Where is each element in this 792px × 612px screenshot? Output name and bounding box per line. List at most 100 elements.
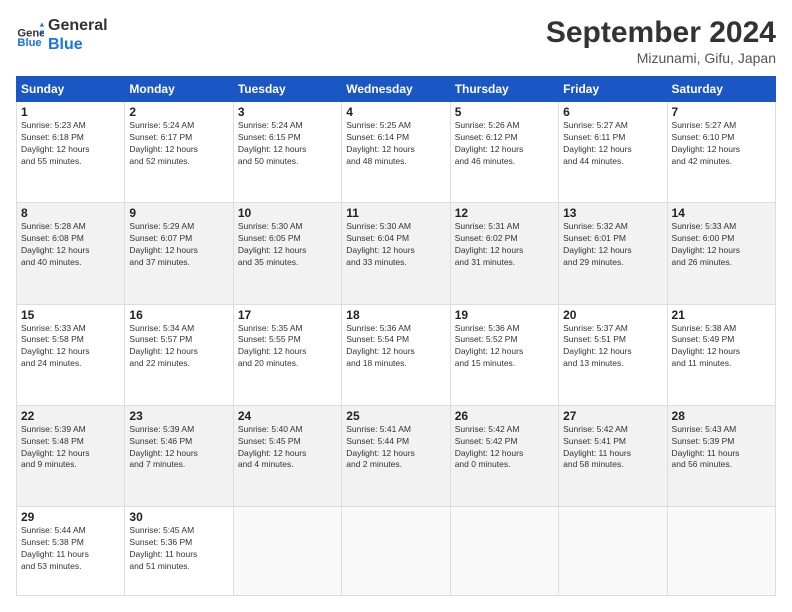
day-info: Sunrise: 5:44 AM Sunset: 5:38 PM Dayligh…	[21, 525, 120, 573]
logo-blue: Blue	[48, 35, 108, 54]
calendar-cell: 25Sunrise: 5:41 AM Sunset: 5:44 PM Dayli…	[342, 405, 450, 506]
day-info: Sunrise: 5:38 AM Sunset: 5:49 PM Dayligh…	[672, 323, 771, 371]
page: General Blue General Blue September 2024…	[0, 0, 792, 612]
day-number: 1	[21, 105, 120, 119]
calendar-cell: 9Sunrise: 5:29 AM Sunset: 6:07 PM Daylig…	[125, 203, 233, 304]
day-number: 22	[21, 409, 120, 423]
day-info: Sunrise: 5:36 AM Sunset: 5:54 PM Dayligh…	[346, 323, 445, 371]
day-number: 17	[238, 308, 337, 322]
logo-general: General	[48, 16, 108, 35]
day-info: Sunrise: 5:26 AM Sunset: 6:12 PM Dayligh…	[455, 120, 554, 168]
calendar-cell: 6Sunrise: 5:27 AM Sunset: 6:11 PM Daylig…	[559, 102, 667, 203]
calendar-cell	[667, 507, 775, 596]
calendar-cell	[233, 507, 341, 596]
calendar-cell	[559, 507, 667, 596]
day-number: 27	[563, 409, 662, 423]
calendar-cell: 7Sunrise: 5:27 AM Sunset: 6:10 PM Daylig…	[667, 102, 775, 203]
day-number: 6	[563, 105, 662, 119]
day-number: 14	[672, 206, 771, 220]
calendar-cell: 2Sunrise: 5:24 AM Sunset: 6:17 PM Daylig…	[125, 102, 233, 203]
month-title: September 2024	[546, 16, 776, 50]
calendar-cell: 17Sunrise: 5:35 AM Sunset: 5:55 PM Dayli…	[233, 304, 341, 405]
logo-icon: General Blue	[16, 21, 44, 49]
day-info: Sunrise: 5:29 AM Sunset: 6:07 PM Dayligh…	[129, 221, 228, 269]
weekday-header-thursday: Thursday	[450, 77, 558, 102]
calendar-cell: 1Sunrise: 5:23 AM Sunset: 6:18 PM Daylig…	[17, 102, 125, 203]
header: General Blue General Blue September 2024…	[16, 16, 776, 66]
day-info: Sunrise: 5:33 AM Sunset: 6:00 PM Dayligh…	[672, 221, 771, 269]
calendar-cell: 8Sunrise: 5:28 AM Sunset: 6:08 PM Daylig…	[17, 203, 125, 304]
day-info: Sunrise: 5:42 AM Sunset: 5:42 PM Dayligh…	[455, 424, 554, 472]
calendar-cell: 27Sunrise: 5:42 AM Sunset: 5:41 PM Dayli…	[559, 405, 667, 506]
day-number: 2	[129, 105, 228, 119]
weekday-header-row: SundayMondayTuesdayWednesdayThursdayFrid…	[17, 77, 776, 102]
day-number: 23	[129, 409, 228, 423]
day-number: 29	[21, 510, 120, 524]
day-number: 25	[346, 409, 445, 423]
weekday-header-wednesday: Wednesday	[342, 77, 450, 102]
day-number: 4	[346, 105, 445, 119]
calendar-week-row: 22Sunrise: 5:39 AM Sunset: 5:48 PM Dayli…	[17, 405, 776, 506]
day-number: 28	[672, 409, 771, 423]
day-info: Sunrise: 5:31 AM Sunset: 6:02 PM Dayligh…	[455, 221, 554, 269]
day-info: Sunrise: 5:32 AM Sunset: 6:01 PM Dayligh…	[563, 221, 662, 269]
day-info: Sunrise: 5:39 AM Sunset: 5:46 PM Dayligh…	[129, 424, 228, 472]
day-number: 18	[346, 308, 445, 322]
day-info: Sunrise: 5:39 AM Sunset: 5:48 PM Dayligh…	[21, 424, 120, 472]
day-info: Sunrise: 5:24 AM Sunset: 6:15 PM Dayligh…	[238, 120, 337, 168]
day-info: Sunrise: 5:45 AM Sunset: 5:36 PM Dayligh…	[129, 525, 228, 573]
day-info: Sunrise: 5:42 AM Sunset: 5:41 PM Dayligh…	[563, 424, 662, 472]
day-number: 11	[346, 206, 445, 220]
day-number: 26	[455, 409, 554, 423]
calendar-cell: 5Sunrise: 5:26 AM Sunset: 6:12 PM Daylig…	[450, 102, 558, 203]
calendar-cell: 16Sunrise: 5:34 AM Sunset: 5:57 PM Dayli…	[125, 304, 233, 405]
day-info: Sunrise: 5:35 AM Sunset: 5:55 PM Dayligh…	[238, 323, 337, 371]
day-info: Sunrise: 5:27 AM Sunset: 6:10 PM Dayligh…	[672, 120, 771, 168]
day-info: Sunrise: 5:43 AM Sunset: 5:39 PM Dayligh…	[672, 424, 771, 472]
calendar-week-row: 15Sunrise: 5:33 AM Sunset: 5:58 PM Dayli…	[17, 304, 776, 405]
calendar-cell: 24Sunrise: 5:40 AM Sunset: 5:45 PM Dayli…	[233, 405, 341, 506]
day-number: 10	[238, 206, 337, 220]
calendar-cell: 22Sunrise: 5:39 AM Sunset: 5:48 PM Dayli…	[17, 405, 125, 506]
day-number: 30	[129, 510, 228, 524]
day-number: 15	[21, 308, 120, 322]
day-info: Sunrise: 5:27 AM Sunset: 6:11 PM Dayligh…	[563, 120, 662, 168]
calendar-cell	[450, 507, 558, 596]
svg-text:Blue: Blue	[17, 37, 41, 49]
day-info: Sunrise: 5:41 AM Sunset: 5:44 PM Dayligh…	[346, 424, 445, 472]
calendar-cell	[342, 507, 450, 596]
day-info: Sunrise: 5:33 AM Sunset: 5:58 PM Dayligh…	[21, 323, 120, 371]
day-number: 20	[563, 308, 662, 322]
day-number: 5	[455, 105, 554, 119]
day-info: Sunrise: 5:30 AM Sunset: 6:05 PM Dayligh…	[238, 221, 337, 269]
calendar-cell: 12Sunrise: 5:31 AM Sunset: 6:02 PM Dayli…	[450, 203, 558, 304]
weekday-header-sunday: Sunday	[17, 77, 125, 102]
day-number: 7	[672, 105, 771, 119]
calendar-cell: 4Sunrise: 5:25 AM Sunset: 6:14 PM Daylig…	[342, 102, 450, 203]
day-info: Sunrise: 5:34 AM Sunset: 5:57 PM Dayligh…	[129, 323, 228, 371]
day-number: 9	[129, 206, 228, 220]
location: Mizunami, Gifu, Japan	[546, 50, 776, 66]
day-info: Sunrise: 5:37 AM Sunset: 5:51 PM Dayligh…	[563, 323, 662, 371]
calendar-cell: 3Sunrise: 5:24 AM Sunset: 6:15 PM Daylig…	[233, 102, 341, 203]
day-number: 8	[21, 206, 120, 220]
weekday-header-tuesday: Tuesday	[233, 77, 341, 102]
calendar-cell: 20Sunrise: 5:37 AM Sunset: 5:51 PM Dayli…	[559, 304, 667, 405]
day-info: Sunrise: 5:24 AM Sunset: 6:17 PM Dayligh…	[129, 120, 228, 168]
calendar-cell: 30Sunrise: 5:45 AM Sunset: 5:36 PM Dayli…	[125, 507, 233, 596]
day-number: 24	[238, 409, 337, 423]
weekday-header-monday: Monday	[125, 77, 233, 102]
day-info: Sunrise: 5:25 AM Sunset: 6:14 PM Dayligh…	[346, 120, 445, 168]
calendar-table: SundayMondayTuesdayWednesdayThursdayFrid…	[16, 76, 776, 596]
calendar-week-row: 8Sunrise: 5:28 AM Sunset: 6:08 PM Daylig…	[17, 203, 776, 304]
calendar-cell: 23Sunrise: 5:39 AM Sunset: 5:46 PM Dayli…	[125, 405, 233, 506]
day-number: 13	[563, 206, 662, 220]
title-block: September 2024 Mizunami, Gifu, Japan	[546, 16, 776, 66]
weekday-header-saturday: Saturday	[667, 77, 775, 102]
calendar-cell: 19Sunrise: 5:36 AM Sunset: 5:52 PM Dayli…	[450, 304, 558, 405]
calendar-cell: 13Sunrise: 5:32 AM Sunset: 6:01 PM Dayli…	[559, 203, 667, 304]
calendar-cell: 15Sunrise: 5:33 AM Sunset: 5:58 PM Dayli…	[17, 304, 125, 405]
calendar-cell: 18Sunrise: 5:36 AM Sunset: 5:54 PM Dayli…	[342, 304, 450, 405]
day-info: Sunrise: 5:36 AM Sunset: 5:52 PM Dayligh…	[455, 323, 554, 371]
day-number: 16	[129, 308, 228, 322]
